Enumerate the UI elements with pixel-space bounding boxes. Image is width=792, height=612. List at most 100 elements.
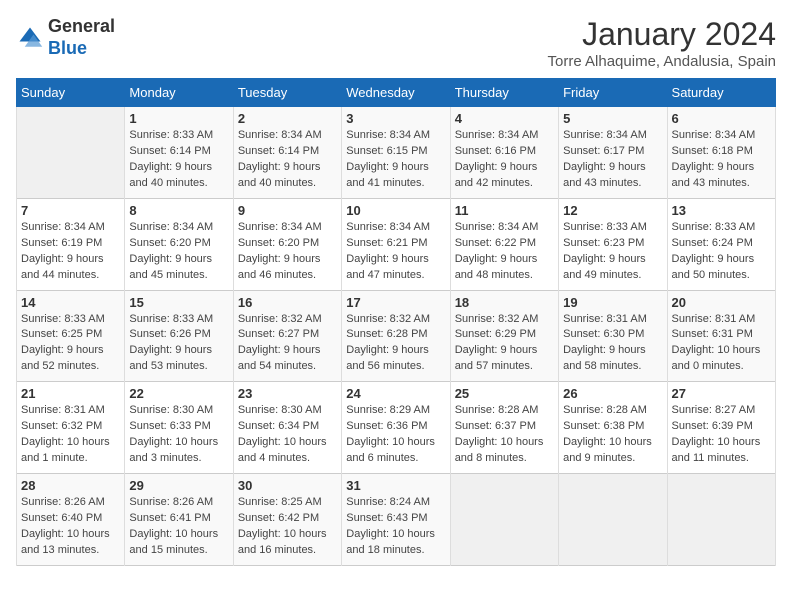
- calendar-title: January 2024: [548, 16, 776, 53]
- day-number: 15: [129, 295, 228, 310]
- day-cell: 4 Sunrise: 8:34 AMSunset: 6:16 PMDaylight…: [450, 107, 558, 199]
- calendar-body: 1 Sunrise: 8:33 AMSunset: 6:14 PMDaylight…: [17, 107, 776, 566]
- col-header-tuesday: Tuesday: [233, 79, 341, 107]
- col-header-friday: Friday: [559, 79, 667, 107]
- logo: General Blue: [16, 16, 115, 59]
- day-info: Sunrise: 8:30 AMSunset: 6:34 PMDaylight:…: [238, 403, 337, 467]
- day-cell: 22Sunrise: 8:30 AMSunset: 6:33 PMDayligh…: [125, 382, 233, 474]
- day-number: 4: [455, 111, 554, 126]
- day-number: 17: [346, 295, 445, 310]
- day-info: Sunrise: 8:34 AMSunset: 6:19 PMDaylight:…: [21, 220, 120, 284]
- day-info: Sunrise: 8:32 AMSunset: 6:29 PMDaylight:…: [455, 312, 554, 376]
- day-number: 7: [21, 203, 120, 218]
- day-cell: 3Sunrise: 8:34 AMSunset: 6:15 PMDaylight…: [342, 107, 450, 199]
- day-cell: 1 Sunrise: 8:33 AMSunset: 6:14 PMDaylight…: [125, 107, 233, 199]
- day-number: 14: [21, 295, 120, 310]
- day-cell: 10 Sunrise: 8:34 AMSunset: 6:21 PMDayligh…: [342, 198, 450, 290]
- day-number: 12: [563, 203, 662, 218]
- day-info: Sunrise: 8:31 AMSunset: 6:31 PMDaylight:…: [672, 312, 771, 376]
- day-number: 10: [346, 203, 445, 218]
- day-info: Sunrise: 8:34 AMSunset: 6:20 PMDaylight:…: [129, 220, 228, 284]
- day-cell: 20 Sunrise: 8:31 AMSunset: 6:31 PMDayligh…: [667, 290, 775, 382]
- day-info: Sunrise: 8:34 AMSunset: 6:22 PMDaylight:…: [455, 220, 554, 284]
- day-number: 9: [238, 203, 337, 218]
- day-cell: 25 Sunrise: 8:28 AMSunset: 6:37 PMDayligh…: [450, 382, 558, 474]
- day-cell: 17Sunrise: 8:32 AMSunset: 6:28 PMDayligh…: [342, 290, 450, 382]
- col-header-saturday: Saturday: [667, 79, 775, 107]
- day-info: Sunrise: 8:31 AMSunset: 6:32 PMDaylight:…: [21, 403, 120, 467]
- day-info: Sunrise: 8:25 AMSunset: 6:42 PMDaylight:…: [238, 495, 337, 559]
- day-cell: [667, 474, 775, 566]
- day-cell: 12 Sunrise: 8:33 AMSunset: 6:23 PMDayligh…: [559, 198, 667, 290]
- logo-icon: [16, 24, 44, 52]
- day-number: 20: [672, 295, 771, 310]
- day-number: 13: [672, 203, 771, 218]
- day-number: 23: [238, 386, 337, 401]
- day-cell: 8 Sunrise: 8:34 AMSunset: 6:20 PMDaylight…: [125, 198, 233, 290]
- day-info: Sunrise: 8:26 AMSunset: 6:40 PMDaylight:…: [21, 495, 120, 559]
- day-info: Sunrise: 8:34 AMSunset: 6:14 PMDaylight:…: [238, 128, 337, 192]
- title-block: January 2024 Torre Alhaquime, Andalusia,…: [548, 16, 776, 70]
- day-cell: 2 Sunrise: 8:34 AMSunset: 6:14 PMDaylight…: [233, 107, 341, 199]
- day-cell: 18 Sunrise: 8:32 AMSunset: 6:29 PMDayligh…: [450, 290, 558, 382]
- day-cell: 27 Sunrise: 8:27 AMSunset: 6:39 PMDayligh…: [667, 382, 775, 474]
- day-number: 25: [455, 386, 554, 401]
- day-info: Sunrise: 8:33 AMSunset: 6:24 PMDaylight:…: [672, 220, 771, 284]
- day-number: 30: [238, 478, 337, 493]
- day-number: 2: [238, 111, 337, 126]
- day-cell: [17, 107, 125, 199]
- day-number: 29: [129, 478, 228, 493]
- day-cell: 9Sunrise: 8:34 AMSunset: 6:20 PMDaylight…: [233, 198, 341, 290]
- day-cell: [559, 474, 667, 566]
- day-number: 6: [672, 111, 771, 126]
- week-row-1: 1 Sunrise: 8:33 AMSunset: 6:14 PMDaylight…: [17, 107, 776, 199]
- week-row-4: 21 Sunrise: 8:31 AMSunset: 6:32 PMDayligh…: [17, 382, 776, 474]
- day-info: Sunrise: 8:31 AMSunset: 6:30 PMDaylight:…: [563, 312, 662, 376]
- day-info: Sunrise: 8:33 AMSunset: 6:26 PMDaylight:…: [129, 312, 228, 376]
- day-cell: 14Sunrise: 8:33 AMSunset: 6:25 PMDayligh…: [17, 290, 125, 382]
- day-cell: 29 Sunrise: 8:26 AMSunset: 6:41 PMDayligh…: [125, 474, 233, 566]
- day-cell: 19Sunrise: 8:31 AMSunset: 6:30 PMDayligh…: [559, 290, 667, 382]
- day-info: Sunrise: 8:34 AMSunset: 6:16 PMDaylight:…: [455, 128, 554, 192]
- day-number: 27: [672, 386, 771, 401]
- col-header-monday: Monday: [125, 79, 233, 107]
- day-number: 26: [563, 386, 662, 401]
- day-number: 1: [129, 111, 228, 126]
- day-info: Sunrise: 8:27 AMSunset: 6:39 PMDaylight:…: [672, 403, 771, 467]
- calendar-header: SundayMondayTuesdayWednesdayThursdayFrid…: [17, 79, 776, 107]
- week-row-5: 28 Sunrise: 8:26 AMSunset: 6:40 PMDayligh…: [17, 474, 776, 566]
- day-number: 31: [346, 478, 445, 493]
- day-cell: 5 Sunrise: 8:34 AMSunset: 6:17 PMDaylight…: [559, 107, 667, 199]
- day-number: 8: [129, 203, 228, 218]
- calendar-subtitle: Torre Alhaquime, Andalusia, Spain: [548, 53, 776, 70]
- day-info: Sunrise: 8:34 AMSunset: 6:21 PMDaylight:…: [346, 220, 445, 284]
- day-number: 5: [563, 111, 662, 126]
- day-info: Sunrise: 8:28 AMSunset: 6:37 PMDaylight:…: [455, 403, 554, 467]
- day-info: Sunrise: 8:34 AMSunset: 6:17 PMDaylight:…: [563, 128, 662, 192]
- day-cell: 16Sunrise: 8:32 AMSunset: 6:27 PMDayligh…: [233, 290, 341, 382]
- page-header: General Blue January 2024 Torre Alhaquim…: [16, 16, 776, 70]
- day-cell: 28 Sunrise: 8:26 AMSunset: 6:40 PMDayligh…: [17, 474, 125, 566]
- day-info: Sunrise: 8:26 AMSunset: 6:41 PMDaylight:…: [129, 495, 228, 559]
- day-info: Sunrise: 8:33 AMSunset: 6:23 PMDaylight:…: [563, 220, 662, 284]
- day-number: 22: [129, 386, 228, 401]
- day-number: 3: [346, 111, 445, 126]
- day-cell: 7 Sunrise: 8:34 AMSunset: 6:19 PMDaylight…: [17, 198, 125, 290]
- day-cell: 21 Sunrise: 8:31 AMSunset: 6:32 PMDayligh…: [17, 382, 125, 474]
- week-row-3: 14Sunrise: 8:33 AMSunset: 6:25 PMDayligh…: [17, 290, 776, 382]
- day-number: 24: [346, 386, 445, 401]
- day-info: Sunrise: 8:33 AMSunset: 6:14 PMDaylight:…: [129, 128, 228, 192]
- day-info: Sunrise: 8:29 AMSunset: 6:36 PMDaylight:…: [346, 403, 445, 467]
- day-number: 21: [21, 386, 120, 401]
- day-number: 18: [455, 295, 554, 310]
- day-cell: [450, 474, 558, 566]
- day-info: Sunrise: 8:24 AMSunset: 6:43 PMDaylight:…: [346, 495, 445, 559]
- day-number: 28: [21, 478, 120, 493]
- col-header-thursday: Thursday: [450, 79, 558, 107]
- day-cell: 13 Sunrise: 8:33 AMSunset: 6:24 PMDayligh…: [667, 198, 775, 290]
- day-cell: 26Sunrise: 8:28 AMSunset: 6:38 PMDayligh…: [559, 382, 667, 474]
- day-cell: 6Sunrise: 8:34 AMSunset: 6:18 PMDaylight…: [667, 107, 775, 199]
- day-cell: 24 Sunrise: 8:29 AMSunset: 6:36 PMDayligh…: [342, 382, 450, 474]
- day-cell: 11Sunrise: 8:34 AMSunset: 6:22 PMDayligh…: [450, 198, 558, 290]
- day-cell: 23 Sunrise: 8:30 AMSunset: 6:34 PMDayligh…: [233, 382, 341, 474]
